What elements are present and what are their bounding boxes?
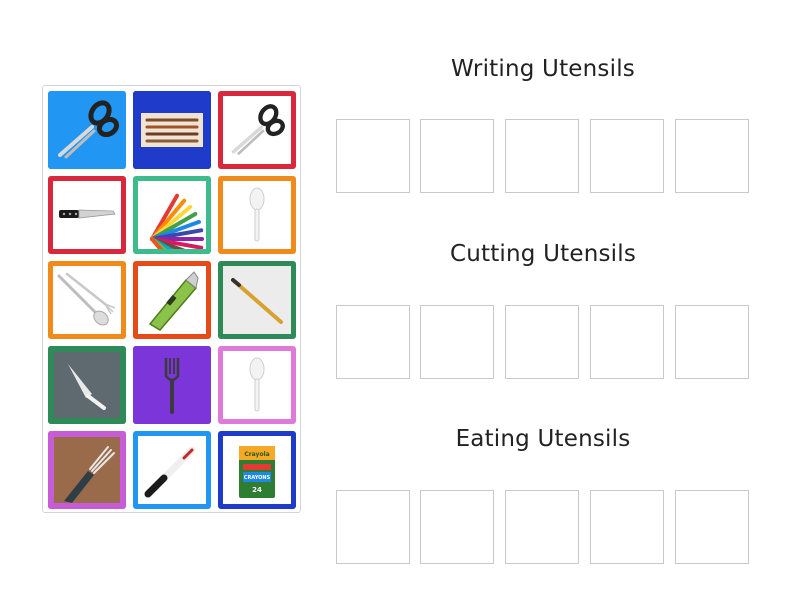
drop-slot-writing[interactable] — [590, 119, 664, 193]
svg-text:CRAYONS: CRAYONS — [244, 475, 271, 481]
drop-slot-cutting[interactable] — [420, 305, 494, 379]
draggable-card[interactable] — [48, 261, 126, 339]
drop-slot-writing[interactable] — [420, 119, 494, 193]
draggable-card[interactable] — [133, 91, 211, 169]
draggable-card[interactable]: Crayola CRAYONS 24 — [218, 431, 296, 509]
draggable-card[interactable] — [133, 346, 211, 424]
drop-slot-eating[interactable] — [420, 490, 494, 564]
drop-slot-writing[interactable] — [505, 119, 579, 193]
draggable-card[interactable] — [133, 176, 211, 254]
drop-slot-eating[interactable] — [336, 490, 410, 564]
drop-slot-cutting[interactable] — [505, 305, 579, 379]
draggable-card[interactable] — [48, 431, 126, 509]
draggable-card[interactable] — [133, 261, 211, 339]
draggable-card[interactable] — [48, 91, 126, 169]
svg-text:Crayola: Crayola — [244, 451, 269, 458]
drop-slot-eating[interactable] — [505, 490, 579, 564]
drop-slot-writing[interactable] — [336, 119, 410, 193]
svg-text:24: 24 — [252, 486, 262, 494]
drop-slot-writing[interactable] — [675, 119, 749, 193]
draggable-card[interactable] — [218, 176, 296, 254]
draggable-card[interactable] — [48, 346, 126, 424]
drop-slot-eating[interactable] — [675, 490, 749, 564]
draggable-card[interactable] — [48, 176, 126, 254]
drop-slot-cutting[interactable] — [336, 305, 410, 379]
group-title-eating: Eating Utensils — [455, 426, 631, 452]
drop-slot-cutting[interactable] — [675, 305, 749, 379]
draggable-card[interactable] — [218, 261, 296, 339]
draggable-card[interactable] — [133, 431, 211, 509]
drop-slot-eating[interactable] — [590, 490, 664, 564]
group-title-writing: Writing Utensils — [451, 56, 635, 82]
item-tray: Crayola CRAYONS 24 — [42, 85, 301, 513]
draggable-card[interactable] — [218, 346, 296, 424]
group-title-cutting: Cutting Utensils — [449, 241, 637, 267]
drop-slot-cutting[interactable] — [590, 305, 664, 379]
draggable-card[interactable] — [218, 91, 296, 169]
